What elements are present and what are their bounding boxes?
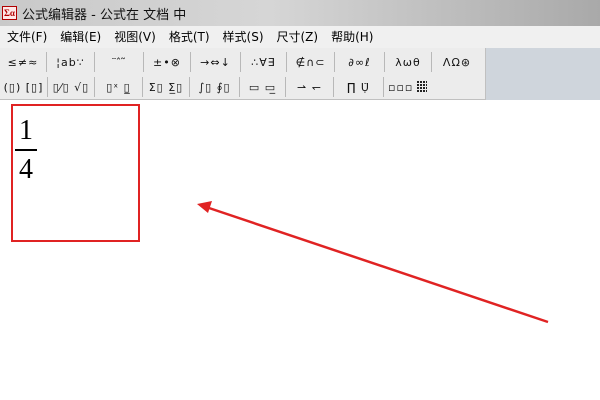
relations-palette-button[interactable]: ≤≠≈ xyxy=(0,52,47,72)
set-theory-palette-button[interactable]: ∉∩⊂ xyxy=(287,52,335,72)
menu-help[interactable]: 帮助(H) xyxy=(324,26,379,48)
summation-template-button[interactable]: Σ▯ Σ̲▯ xyxy=(143,77,190,97)
integral-template-button[interactable]: ∫▯ ∮▯ xyxy=(190,77,240,97)
misc-symbols-palette-button[interactable]: ∂∞ℓ xyxy=(335,52,385,72)
embellishments-palette-button[interactable]: ¨ ̂ ̃ xyxy=(95,52,144,72)
title-bar: Σα 公式编辑器 - 公式在 文档 中 xyxy=(0,0,600,26)
labeled-arrows-template-button[interactable]: ⇀ ↽ xyxy=(286,77,334,97)
menu-file[interactable]: 文件(F) xyxy=(0,26,53,48)
greek-uppercase-palette-button[interactable]: ΛΩ⊛ xyxy=(432,52,482,72)
logic-palette-button[interactable]: ∴∀∃ xyxy=(241,52,287,72)
matrix-grid-icon xyxy=(417,81,427,93)
annotation-highlight-box xyxy=(11,104,140,242)
greek-lowercase-palette-button[interactable]: λωθ xyxy=(385,52,432,72)
spaces-palette-button[interactable]: ¦ab∵ xyxy=(47,52,95,72)
fences-template-button[interactable]: (▯) [▯] xyxy=(0,77,48,97)
arrows-palette-button[interactable]: →⇔↓ xyxy=(191,52,241,72)
symbol-palette-row: ≤≠≈ ¦ab∵ ¨ ̂ ̃ ±•⊗ →⇔↓ ∴∀∃ ∉∩⊂ ∂∞ℓ λωθ Λ… xyxy=(0,50,482,74)
fraction-radical-template-button[interactable]: ▯⁄▯ √▯ xyxy=(48,77,95,97)
menu-view[interactable]: 视图(V) xyxy=(107,26,162,48)
toolbar-empty-area xyxy=(486,48,600,100)
matrix-dots-glyph: ▫▫▫ xyxy=(388,80,414,94)
underbar-overbar-template-button[interactable]: ▭ ▭̲ xyxy=(240,77,286,97)
menu-format[interactable]: 格式(T) xyxy=(162,26,216,48)
template-palette-row: (▯) [▯] ▯⁄▯ √▯ ▯ˣ ▯̲ Σ▯ Σ̲▯ ∫▯ ∮▯ ▭ ▭̲ ⇀… xyxy=(0,75,431,99)
equation-editor-app-icon[interactable]: Σα xyxy=(2,6,17,20)
products-template-button[interactable]: ∏̈ Ụ̈ xyxy=(334,77,384,97)
menu-edit[interactable]: 编辑(E) xyxy=(53,26,107,48)
menu-style[interactable]: 样式(S) xyxy=(216,26,270,48)
symbol-template-toolbar: ≤≠≈ ¦ab∵ ¨ ̂ ̃ ±•⊗ →⇔↓ ∴∀∃ ∉∩⊂ ∂∞ℓ λωθ Λ… xyxy=(0,48,486,100)
subscript-superscript-template-button[interactable]: ▯ˣ ▯̲ xyxy=(95,77,143,97)
menu-size[interactable]: 尺寸(Z) xyxy=(270,26,325,48)
window-title: 公式编辑器 - 公式在 文档 中 xyxy=(22,7,187,23)
menu-bar: 文件(F) 编辑(E) 视图(V) 格式(T) 样式(S) 尺寸(Z) 帮助(H… xyxy=(0,26,600,48)
operators-palette-button[interactable]: ±•⊗ xyxy=(144,52,191,72)
matrices-template-button[interactable]: ▫▫▫ xyxy=(384,77,431,97)
